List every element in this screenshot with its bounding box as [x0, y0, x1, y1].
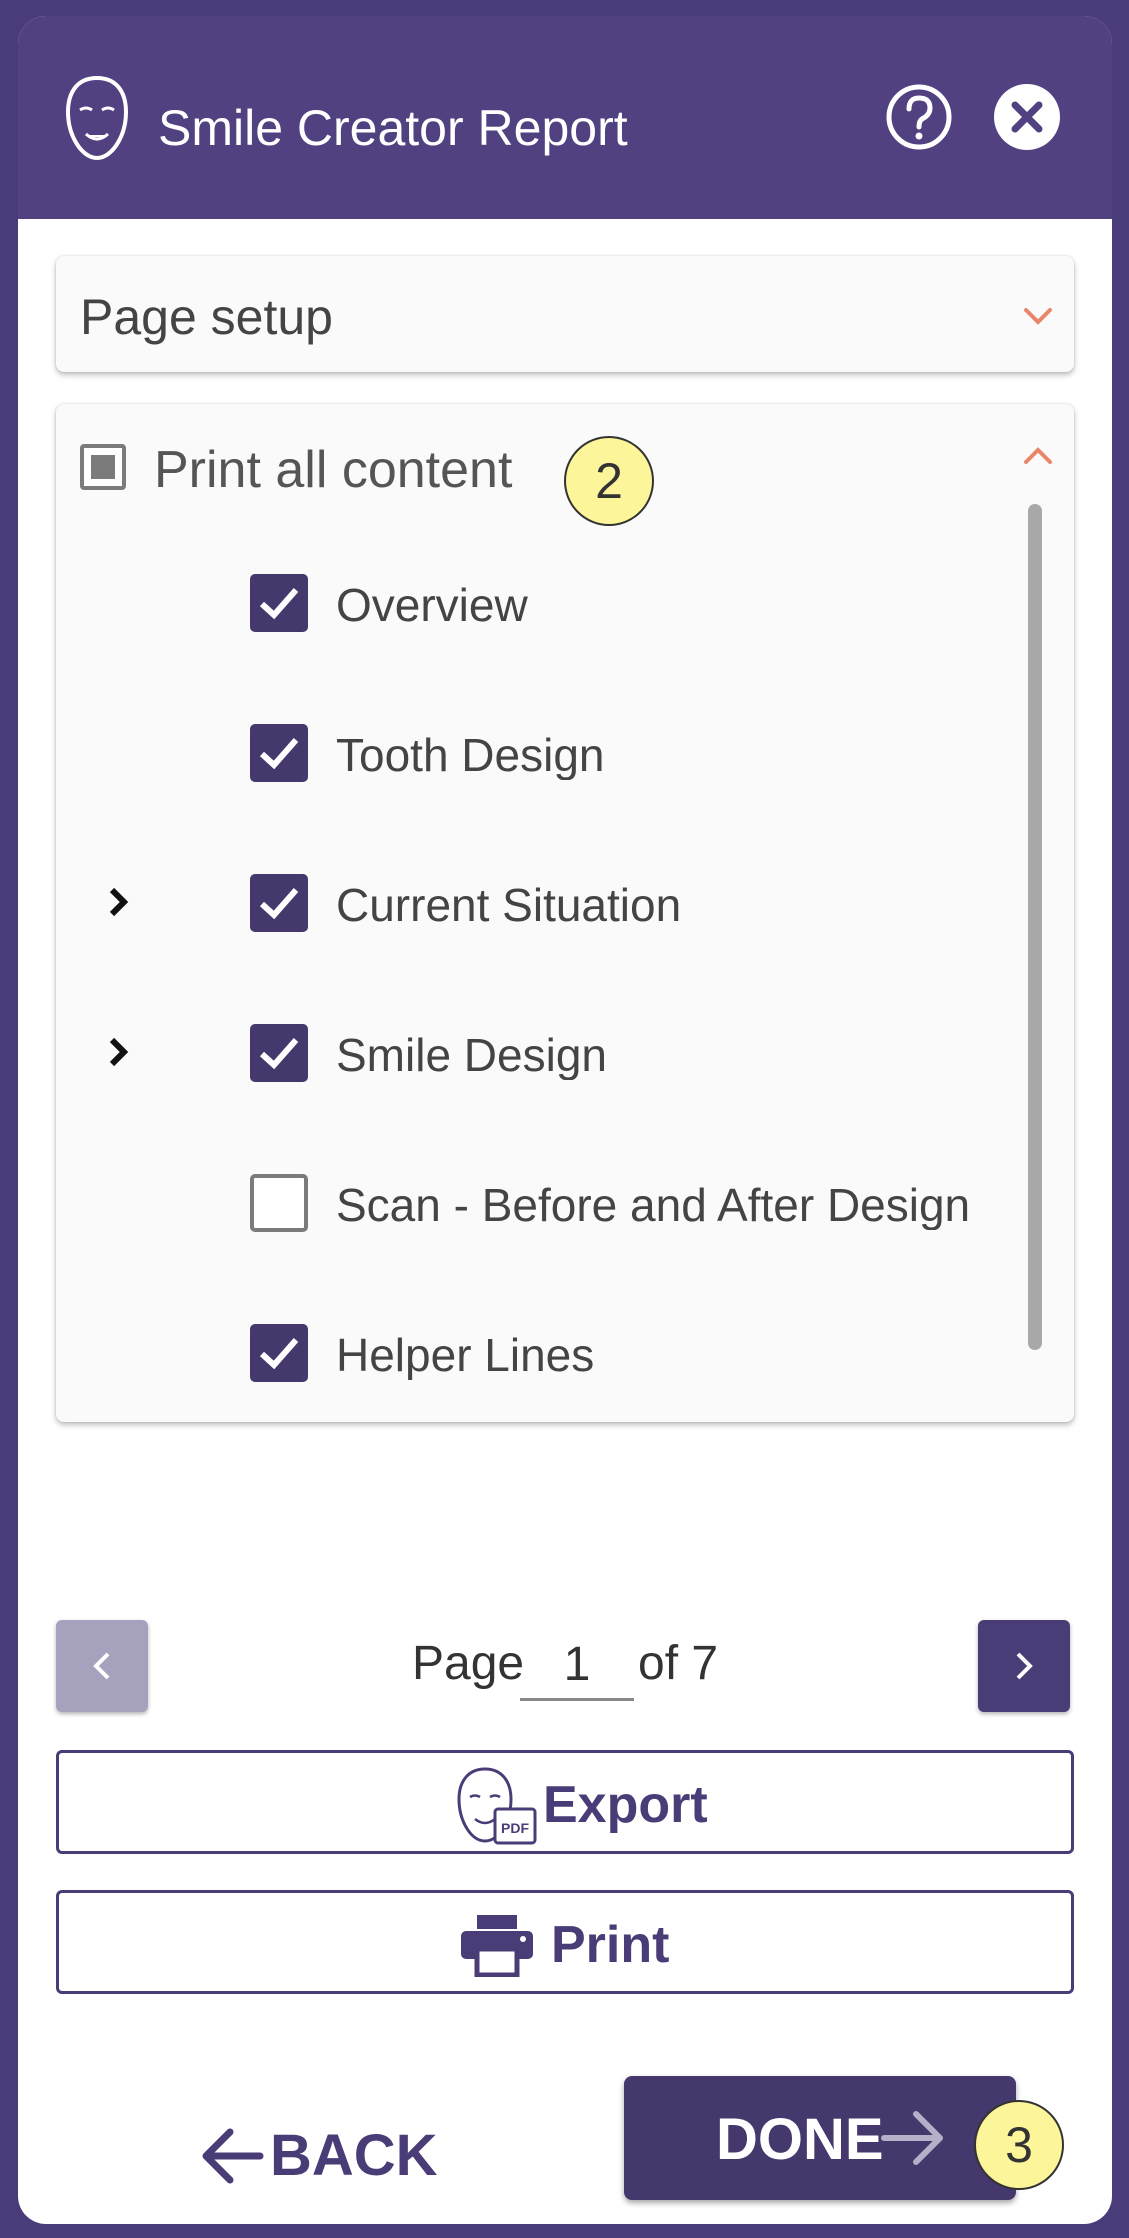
scan-before-after-checkbox[interactable] — [250, 1174, 308, 1232]
print-label: Print — [551, 1916, 670, 1974]
print-button[interactable]: Print — [56, 1890, 1074, 1994]
chevron-right-icon[interactable] — [104, 1030, 134, 1074]
help-circle-icon[interactable] — [884, 82, 954, 152]
printer-icon — [461, 1915, 533, 1977]
done-button[interactable]: DONE — [624, 2076, 1016, 2200]
page-setup-panel[interactable]: Page setup — [56, 256, 1074, 372]
page-word: Page — [412, 1637, 525, 1690]
export-button[interactable]: PDF Export — [56, 1750, 1074, 1854]
print-content-panel: Print all content Overview Tooth Design … — [56, 404, 1074, 1422]
arrow-right-icon — [881, 2111, 943, 2165]
report-dialog: Smile Creator Report Page setup Print al… — [18, 16, 1112, 2224]
checkmark-icon — [259, 1038, 299, 1070]
content-scrollbar[interactable] — [1028, 504, 1042, 1350]
export-label: Export — [543, 1776, 708, 1834]
done-label: DONE — [716, 2107, 884, 2172]
smile-design-label: Smile Design — [336, 1030, 607, 1080]
list-item-current-situation: Current Situation — [56, 852, 1016, 952]
tooth-design-label: Tooth Design — [336, 730, 605, 780]
face-pdf-icon: PDF — [457, 1767, 537, 1845]
tooth-design-checkbox[interactable] — [250, 724, 308, 782]
arrow-left-icon — [202, 2128, 264, 2184]
page-number-input[interactable] — [520, 1630, 634, 1701]
list-item-overview: Overview — [56, 552, 1016, 652]
checkmark-icon — [259, 738, 299, 770]
page-setup-label: Page setup — [80, 289, 333, 345]
list-item-helper-lines: Helper Lines — [56, 1302, 1016, 1402]
chevron-down-icon[interactable] — [1022, 306, 1054, 326]
current-situation-label: Current Situation — [336, 880, 682, 930]
scan-before-after-label: Scan - Before and After Design Se — [336, 1180, 984, 1230]
checkmark-icon — [259, 1338, 299, 1370]
helper-lines-checkbox[interactable] — [250, 1324, 308, 1382]
chevron-right-icon[interactable] — [104, 880, 134, 924]
print-all-checkbox[interactable] — [80, 444, 126, 490]
helper-lines-label: Helper Lines — [336, 1330, 595, 1380]
overview-checkbox[interactable] — [250, 574, 308, 632]
overview-label: Overview — [336, 580, 528, 630]
list-item-tooth-design: Tooth Design — [56, 702, 1016, 802]
chevron-up-icon[interactable] — [1022, 446, 1054, 466]
checkmark-icon — [259, 588, 299, 620]
dialog-title: Smile Creator Report — [158, 100, 628, 156]
dialog-header: Smile Creator Report — [18, 16, 1112, 219]
svg-text:PDF: PDF — [501, 1820, 529, 1836]
callout-step-2: 2 — [564, 436, 654, 526]
list-item-smile-design: Smile Design — [56, 1002, 1016, 1102]
list-item-scan-before-after: Scan - Before and After Design Se — [56, 1152, 1016, 1252]
back-label: BACK — [270, 2123, 438, 2188]
print-all-label: Print all content — [154, 441, 513, 499]
close-circle-icon[interactable] — [992, 82, 1062, 152]
chevron-left-icon — [93, 1652, 110, 1680]
page-total: of 7 — [638, 1637, 719, 1690]
current-situation-checkbox[interactable] — [250, 874, 308, 932]
smile-design-checkbox[interactable] — [250, 1024, 308, 1082]
previous-page-button[interactable] — [56, 1620, 148, 1712]
smile-face-icon — [65, 75, 129, 161]
checkmark-icon — [259, 888, 299, 920]
next-page-button[interactable] — [978, 1620, 1070, 1712]
callout-step-3: 3 — [974, 2100, 1064, 2190]
chevron-right-icon — [1016, 1652, 1033, 1680]
back-button[interactable]: BACK — [188, 2106, 468, 2206]
